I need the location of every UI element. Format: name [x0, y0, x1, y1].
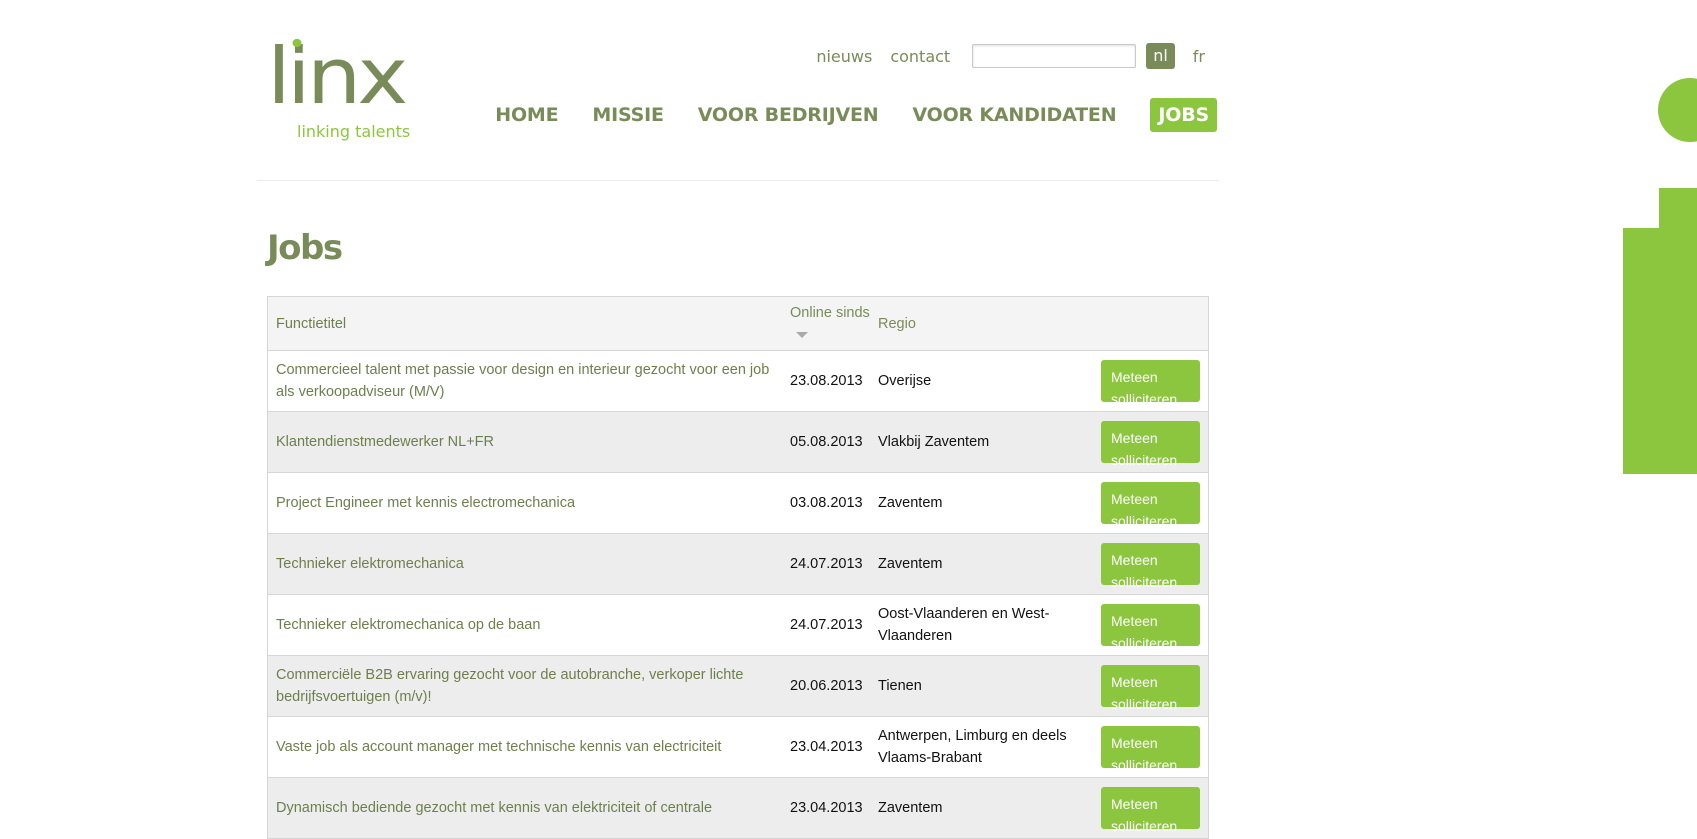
- table-row: Technieker elektromechanica 24.07.2013 Z…: [268, 533, 1208, 594]
- job-region: Overijse: [878, 373, 932, 389]
- apply-button[interactable]: Meteen solliciteren: [1101, 726, 1200, 773]
- apply-button[interactable]: Meteen solliciteren: [1101, 421, 1200, 468]
- table-header-row: Functietitel Online sinds Regio: [268, 297, 1208, 350]
- job-region: Zaventem: [878, 800, 943, 816]
- nav-voor-bedrijven[interactable]: VOOR BEDRIJVEN: [698, 104, 879, 126]
- job-region: Zaventem: [878, 556, 943, 572]
- job-date: 24.07.2013: [790, 617, 863, 633]
- job-date: 23.04.2013: [790, 800, 863, 816]
- job-title-link[interactable]: Commercieel talent met passie voor desig…: [268, 359, 790, 403]
- job-region: Zaventem: [878, 495, 943, 511]
- apply-button[interactable]: Meteen solliciteren: [1101, 604, 1200, 651]
- apply-button[interactable]: Meteen solliciteren: [1101, 482, 1200, 529]
- job-region: Vlakbij Zaventem: [878, 434, 990, 450]
- language-nl[interactable]: nl: [1146, 43, 1175, 69]
- nav-home[interactable]: HOME: [495, 104, 558, 126]
- table-row: Technieker elektromechanica op de baan 2…: [268, 594, 1208, 655]
- apply-button[interactable]: Meteen solliciteren: [1101, 787, 1200, 834]
- news-link[interactable]: nieuws: [816, 47, 872, 66]
- nav-voor-kandidaten[interactable]: VOOR KANDIDATEN: [912, 104, 1116, 126]
- decorative-dot: [1658, 78, 1697, 142]
- logo-wordmark: li nx: [267, 31, 408, 122]
- job-title-link[interactable]: Vaste job als account manager met techni…: [268, 736, 790, 758]
- apply-button[interactable]: Meteen solliciteren: [1101, 543, 1200, 590]
- nav-missie[interactable]: MISSIE: [592, 104, 664, 126]
- nav-jobs[interactable]: JOBS: [1150, 98, 1217, 132]
- table-row: Dynamisch bediende gezocht met kennis va…: [268, 777, 1208, 838]
- jobs-table: Functietitel Online sinds Regio Commerci…: [267, 296, 1209, 839]
- header-divider: [257, 180, 1219, 181]
- job-title-link[interactable]: Technieker elektromechanica op de baan: [268, 614, 790, 636]
- table-row: Commerciële B2B ervaring gezocht voor de…: [268, 655, 1208, 716]
- header-functietitel[interactable]: Functietitel: [268, 313, 790, 335]
- decorative-bar: [1623, 188, 1697, 474]
- utility-bar: nieuws contact nl fr: [816, 43, 1217, 69]
- job-title-link[interactable]: Project Engineer met kennis electromecha…: [268, 492, 790, 514]
- table-row: Vaste job als account manager met techni…: [268, 716, 1208, 777]
- job-region: Antwerpen, Limburg en deels Vlaams-Braba…: [878, 728, 1067, 766]
- job-date: 23.08.2013: [790, 373, 863, 389]
- sort-desc-icon: [796, 331, 808, 338]
- job-date: 24.07.2013: [790, 556, 863, 572]
- job-date: 23.04.2013: [790, 739, 863, 755]
- header-regio[interactable]: Regio: [878, 313, 1092, 335]
- job-title-link[interactable]: Technieker elektromechanica: [268, 553, 790, 575]
- apply-button[interactable]: Meteen solliciteren: [1101, 665, 1200, 712]
- main-nav: HOME MISSIE VOOR BEDRIJVEN VOOR KANDIDAT…: [461, 98, 1217, 132]
- job-region: Tienen: [878, 678, 922, 694]
- language-fr[interactable]: fr: [1193, 47, 1205, 66]
- search-box: [944, 44, 1137, 68]
- page-title: Jobs: [267, 228, 343, 268]
- contact-link[interactable]: contact: [890, 47, 950, 66]
- job-date: 20.06.2013: [790, 678, 863, 694]
- table-row: Project Engineer met kennis electromecha…: [268, 472, 1208, 533]
- table-row: Commercieel talent met passie voor desig…: [268, 350, 1208, 411]
- header-online-sinds[interactable]: Online sinds: [790, 302, 878, 346]
- job-region: Oost-Vlaanderen en West-Vlaanderen: [878, 606, 1050, 644]
- search-input[interactable]: [944, 47, 1130, 65]
- site-logo[interactable]: li nx linking talents: [267, 31, 410, 141]
- apply-button[interactable]: Meteen solliciteren: [1101, 360, 1200, 407]
- job-title-link[interactable]: Klantendienstmedewerker NL+FR: [268, 431, 790, 453]
- job-date: 05.08.2013: [790, 434, 863, 450]
- job-title-link[interactable]: Dynamisch bediende gezocht met kennis va…: [268, 797, 790, 819]
- logo-tagline: linking talents: [297, 122, 411, 141]
- job-title-link[interactable]: Commerciële B2B ervaring gezocht voor de…: [268, 664, 790, 708]
- table-row: Klantendienstmedewerker NL+FR 05.08.2013…: [268, 411, 1208, 472]
- job-date: 03.08.2013: [790, 495, 863, 511]
